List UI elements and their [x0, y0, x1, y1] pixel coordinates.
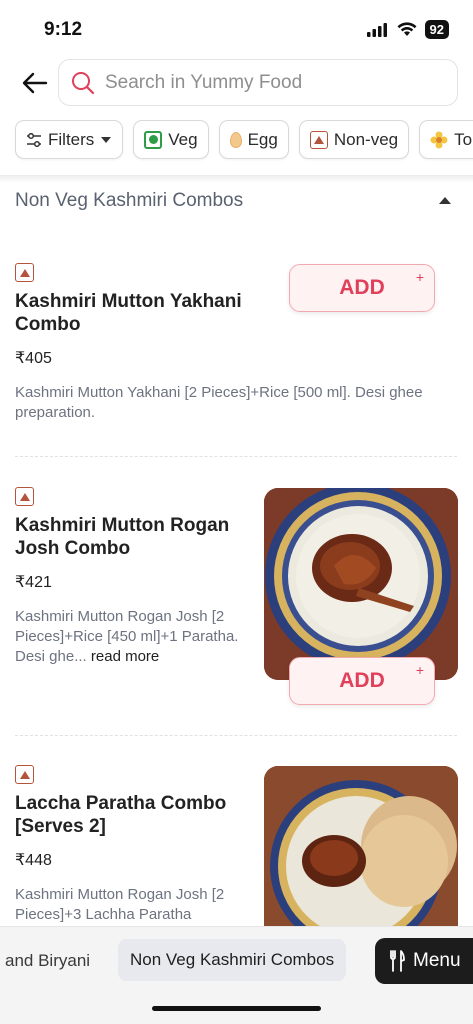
nonveg-mark-icon	[15, 487, 34, 506]
cutlery-icon	[390, 950, 405, 972]
status-icons: 92	[366, 20, 449, 39]
item-price: ₹405	[15, 350, 52, 367]
wifi-icon	[397, 22, 417, 36]
header-shadow	[0, 175, 473, 183]
flower-icon	[430, 131, 448, 148]
search-input[interactable]	[105, 71, 425, 94]
add-button[interactable]: ADD +	[289, 657, 435, 705]
section-title[interactable]: Non Veg Kashmiri Combos	[15, 190, 243, 212]
veg-chip-label: Veg	[168, 129, 198, 149]
veg-mark-icon	[144, 130, 163, 149]
item-divider	[15, 456, 457, 457]
nonveg-chip[interactable]: Non-veg	[298, 120, 410, 159]
status-time: 9:12	[44, 19, 83, 40]
home-indicator	[152, 1006, 321, 1011]
nonveg-mark-icon	[15, 765, 34, 784]
item-price: ₹421	[15, 574, 52, 591]
food-image[interactable]	[264, 488, 458, 680]
category-tab[interactable]: and Biryani	[5, 951, 90, 971]
filter-bar: Filters Veg Egg Non-veg To	[0, 112, 473, 172]
egg-chip-label: Egg	[247, 129, 278, 149]
item-description: Kashmiri Mutton Rogan Josh [2 Pieces]+3 …	[15, 886, 225, 923]
paratha-plate-image	[264, 766, 458, 926]
nonveg-mark-icon	[309, 130, 328, 149]
collapse-caret-icon[interactable]	[439, 197, 451, 204]
plus-icon: +	[415, 269, 424, 285]
battery-icon: 92	[424, 20, 449, 39]
item-name: Laccha Paratha Combo [Serves 2]	[15, 793, 227, 837]
status-bar: 9:12 92	[0, 0, 473, 56]
egg-icon	[229, 131, 242, 148]
search-bar[interactable]	[58, 59, 458, 106]
caret-down-icon	[101, 136, 112, 143]
item-description: Kashmiri Mutton Yakhani [2 Pieces]+Rice …	[15, 384, 423, 421]
search-icon	[72, 71, 95, 94]
veg-chip[interactable]: Veg	[133, 120, 209, 159]
add-button-label: ADD	[339, 276, 385, 299]
menu-button-label: Menu	[413, 950, 461, 971]
sliders-icon	[27, 132, 41, 147]
add-button-label: ADD	[339, 669, 385, 692]
nonveg-chip-label: Non-veg	[333, 129, 399, 149]
filters-chip-label: Filters	[48, 129, 95, 149]
arrow-left-icon	[22, 72, 48, 94]
top-rated-chip[interactable]: To	[419, 120, 473, 159]
item-name: Kashmiri Mutton Rogan Josh Combo	[15, 515, 230, 559]
category-tab-active[interactable]: Non Veg Kashmiri Combos	[118, 939, 347, 981]
item-price: ₹448	[15, 852, 52, 869]
rogan-josh-plate-image	[264, 488, 458, 680]
signal-icon	[366, 22, 387, 37]
read-more-link[interactable]: read more	[91, 648, 159, 665]
item-description: Kashmiri Mutton Rogan Josh [2 Pieces]+Ri…	[15, 607, 255, 667]
add-button[interactable]: ADD +	[289, 264, 435, 312]
plus-icon: +	[415, 662, 424, 678]
item-name: Kashmiri Mutton Yakhani Combo	[15, 291, 242, 335]
back-button[interactable]	[18, 66, 52, 100]
menu-button[interactable]: Menu	[375, 938, 473, 984]
food-image[interactable]	[264, 766, 458, 926]
nonveg-mark-icon	[15, 263, 34, 282]
top-rated-chip-label: To	[454, 129, 473, 149]
egg-chip[interactable]: Egg	[218, 120, 289, 159]
filters-chip[interactable]: Filters	[15, 120, 124, 159]
item-divider	[15, 735, 457, 736]
